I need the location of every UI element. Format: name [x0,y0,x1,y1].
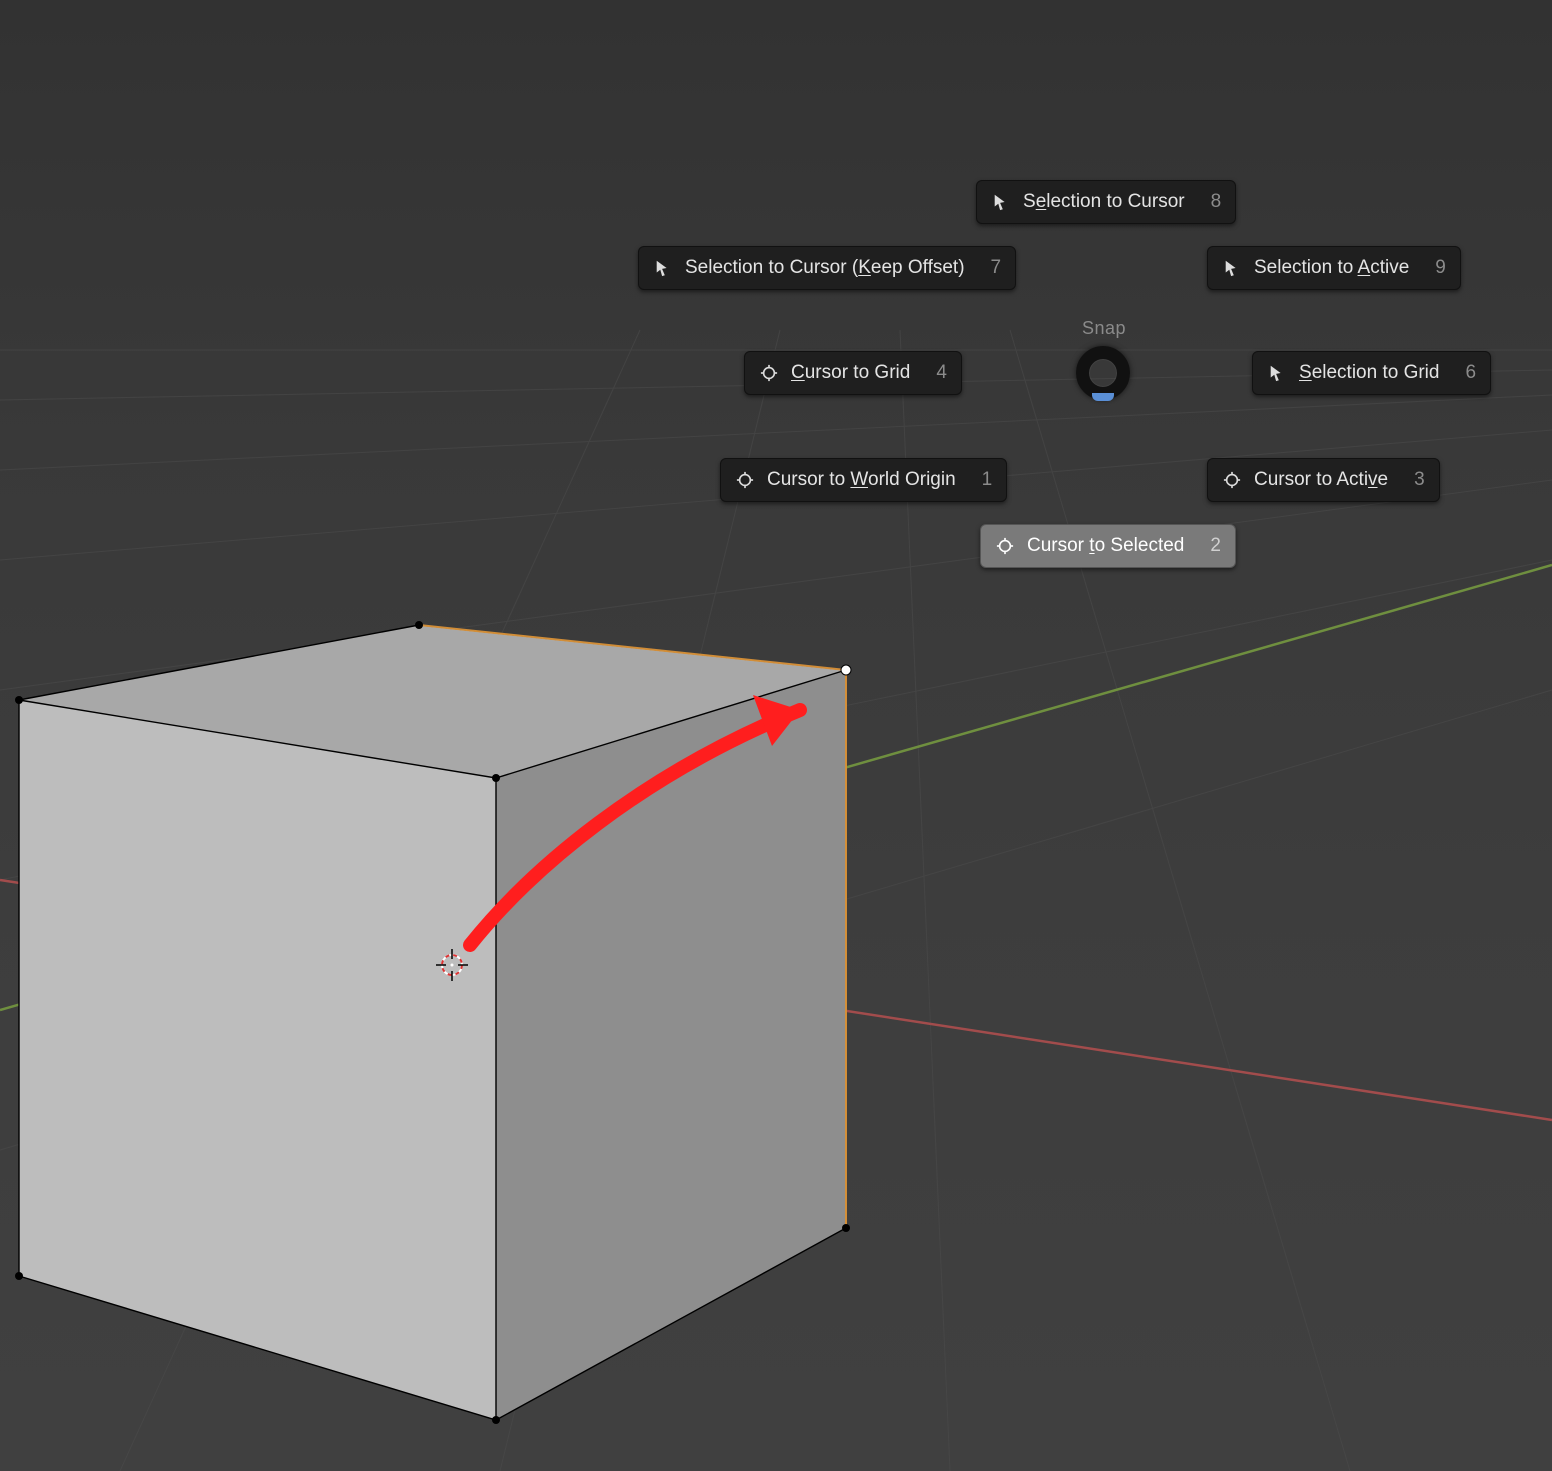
pie-item-label: Selection to Cursor [1023,191,1185,213]
cursor-arrow-icon [1222,258,1242,278]
cursor-target-icon [735,470,755,490]
pie-menu-ring-icon [1076,346,1130,400]
pie-item-cursor-to-grid[interactable]: Cursor to Grid 4 [744,351,962,395]
pie-item-selection-to-cursor[interactable]: Selection to Cursor 8 [976,180,1236,224]
pie-menu-title: Snap [1082,318,1126,339]
pie-item-shortcut: 6 [1465,362,1476,384]
pie-item-shortcut: 7 [991,257,1002,279]
pie-item-shortcut: 9 [1435,257,1446,279]
pie-item-shortcut: 1 [982,469,993,491]
pie-item-selection-to-cursor-keep-offset[interactable]: Selection to Cursor (Keep Offset) 7 [638,246,1016,290]
cursor-target-icon [1222,470,1242,490]
cursor-target-icon [759,363,779,383]
pie-item-selection-to-grid[interactable]: Selection to Grid 6 [1252,351,1491,395]
cursor-target-icon [995,536,1015,556]
pie-item-label: Cursor to Grid [791,362,910,384]
pie-item-label: Cursor to Active [1254,469,1388,491]
pie-item-shortcut: 3 [1414,469,1425,491]
pie-item-label: Cursor to Selected [1027,535,1184,557]
pie-item-label: Selection to Cursor (Keep Offset) [685,257,965,279]
cursor-arrow-icon [653,258,673,278]
pie-item-label: Selection to Grid [1299,362,1439,384]
cursor-arrow-icon [1267,363,1287,383]
scene-overlay [0,0,1552,1471]
pie-item-cursor-to-active[interactable]: Cursor to Active 3 [1207,458,1440,502]
viewport-3d[interactable]: Snap Selection to Cursor 8 Selection to … [0,0,1552,1471]
pie-item-shortcut: 4 [936,362,947,384]
pie-item-label: Selection to Active [1254,257,1409,279]
cursor-arrow-icon [991,192,1011,212]
pie-item-shortcut: 8 [1211,191,1222,213]
pie-item-cursor-to-selected[interactable]: Cursor to Selected 2 [980,524,1236,568]
pie-item-selection-to-active[interactable]: Selection to Active 9 [1207,246,1461,290]
pie-item-cursor-to-world-origin[interactable]: Cursor to World Origin 1 [720,458,1007,502]
pie-item-label: Cursor to World Origin [767,469,956,491]
pie-item-shortcut: 2 [1210,535,1221,557]
selected-vertex [841,665,851,675]
